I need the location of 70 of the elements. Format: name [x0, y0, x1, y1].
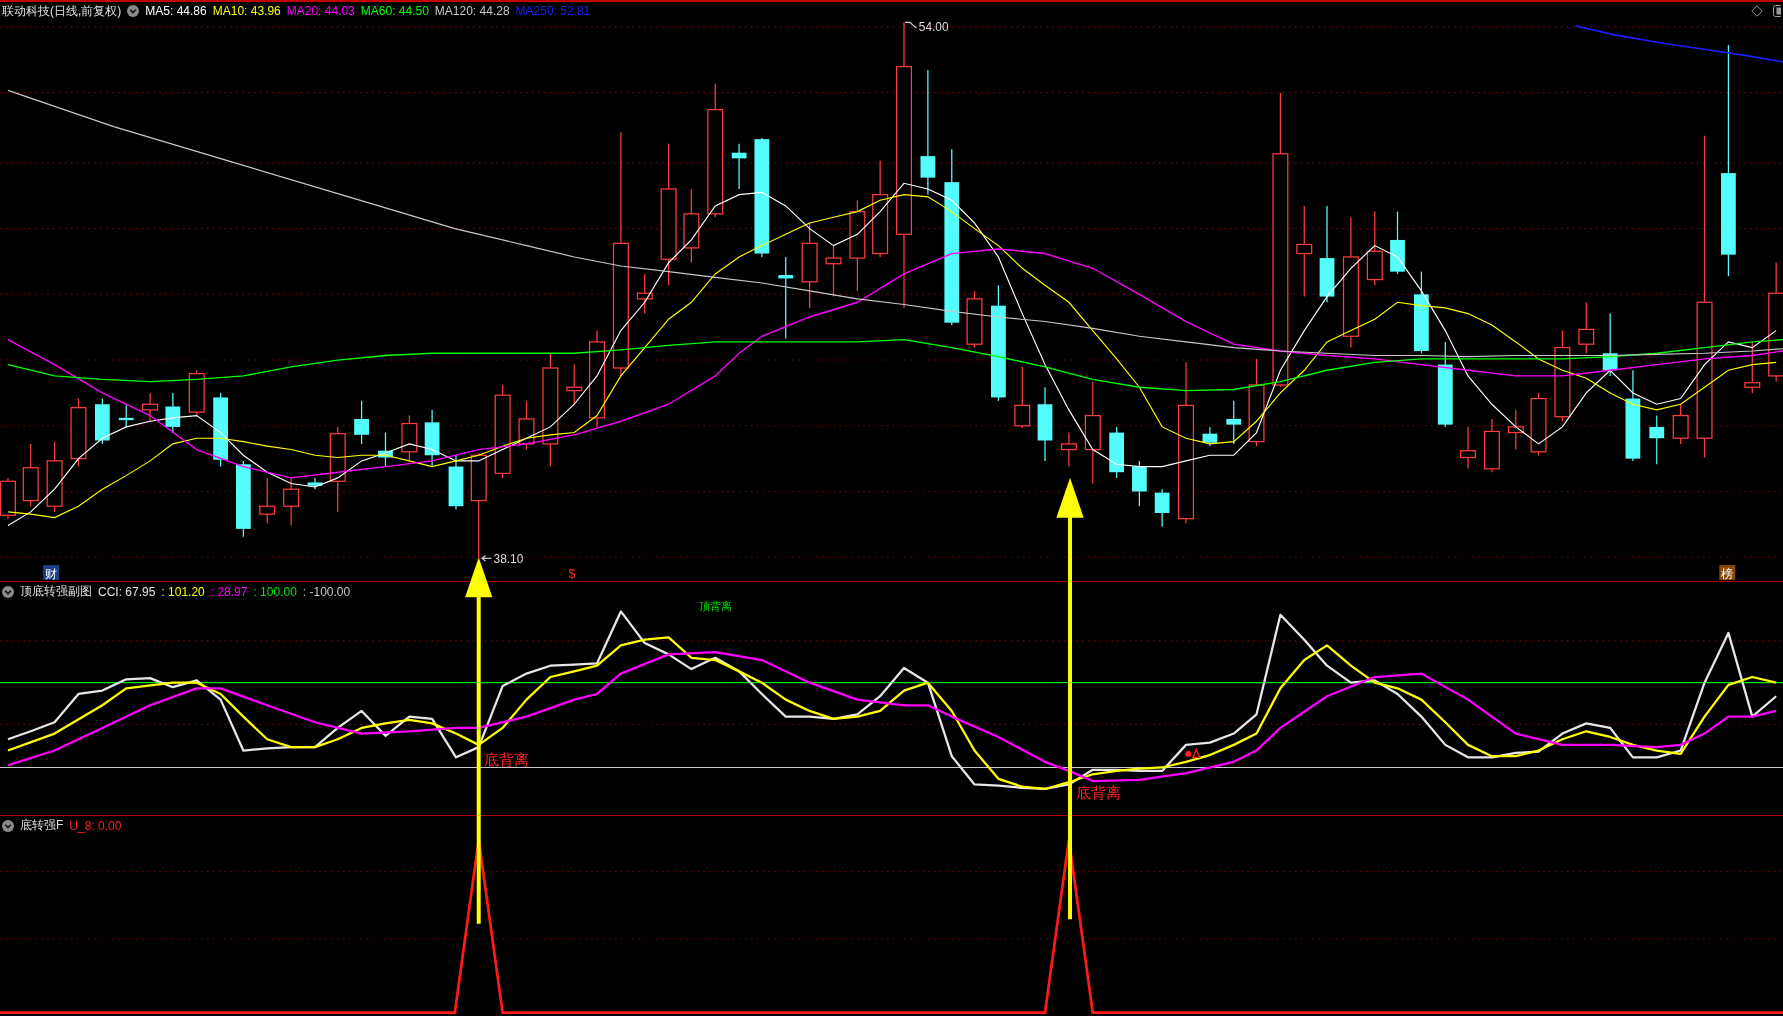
- falling-candlestick: [424, 409, 440, 468]
- rising-candlestick: [70, 397, 87, 468]
- falling-candlestick: [165, 392, 181, 434]
- rising-candlestick: [283, 477, 300, 527]
- rising-candlestick: [1507, 409, 1524, 451]
- falling-candlestick: [118, 403, 134, 428]
- rising-candlestick: [401, 414, 418, 462]
- rising-candlestick: [259, 477, 276, 524]
- legend-value: MA120: 44.28: [434, 4, 510, 18]
- rising-candlestick: [46, 441, 63, 513]
- divergence-label: 顶背离: [699, 600, 733, 613]
- leader-arrow: [481, 554, 492, 562]
- high-price-label: 54.00: [918, 20, 949, 35]
- rising-candlestick: [966, 290, 983, 349]
- rising-candlestick: [1578, 301, 1595, 354]
- legend-value: MA60: 44.50: [360, 4, 429, 18]
- chevron-circle-icon[interactable]: [127, 5, 140, 17]
- falling-candlestick: [1132, 460, 1147, 507]
- indicator-value: CCI: 67.95: [98, 584, 156, 599]
- falling-candlestick: [1202, 426, 1218, 447]
- rising-candlestick: [825, 245, 842, 298]
- indicator-value: : 28.97: [210, 584, 248, 599]
- ranking-tag[interactable]: 榜: [1719, 565, 1736, 581]
- rising-candlestick: [1014, 366, 1031, 429]
- rising-candlestick: [142, 392, 159, 422]
- rising-candlestick: [1460, 426, 1477, 470]
- legend-value: MA5: 44.86: [145, 4, 207, 18]
- legend-value: MA250: 52.81: [515, 4, 591, 18]
- falling-candlestick: [1602, 312, 1618, 377]
- rising-candlestick: [22, 443, 39, 507]
- diamond-icon[interactable]: [1751, 5, 1763, 17]
- signal-marker-icon: [1185, 747, 1201, 758]
- indicator-value: : 100.00: [253, 584, 297, 599]
- low-price-label: 38.10: [493, 551, 524, 566]
- panel-toggle-icon[interactable]: [1773, 5, 1781, 17]
- rising-candlestick: [566, 363, 583, 405]
- divergence-label: 底背离: [484, 752, 530, 769]
- rising-candlestick: [1060, 431, 1077, 468]
- falling-candlestick: [448, 454, 464, 511]
- falling-candlestick: [378, 431, 393, 468]
- falling-candlestick: [1226, 400, 1242, 445]
- indicator-value: : -100.00: [302, 584, 351, 599]
- divergence-label: 底背离: [1075, 785, 1121, 802]
- rising-candlestick: [636, 273, 653, 315]
- rising-candlestick: [518, 400, 535, 451]
- indicator-title: 底转强F: [20, 817, 64, 834]
- falling-candlestick: [1649, 414, 1665, 465]
- finance-tag[interactable]: 财: [43, 565, 60, 581]
- chart-title: 联动科技(日线,前复权): [2, 2, 122, 20]
- rising-candlestick: [1672, 403, 1689, 445]
- rising-candlestick: [1744, 341, 1761, 394]
- falling-candlestick: [94, 397, 110, 445]
- legend-value: MA20: 44.03: [286, 4, 355, 18]
- rising-candlestick: [1483, 418, 1500, 473]
- chevron-circle-icon[interactable]: [2, 819, 14, 832]
- falling-candlestick: [1390, 211, 1405, 275]
- leader-line: [904, 21, 918, 29]
- legend-value: MA10: 43.96: [212, 4, 281, 18]
- chevron-circle-icon[interactable]: [2, 585, 14, 598]
- indicator-value: U_8: 0.00: [69, 818, 122, 833]
- falling-candlestick: [731, 143, 747, 190]
- indicator-value: : 101.20: [161, 584, 205, 599]
- falling-candlestick: [354, 400, 369, 445]
- dollar-tag[interactable]: $: [568, 566, 576, 581]
- rising-candlestick: [188, 369, 205, 417]
- falling-candlestick: [1109, 426, 1125, 479]
- falling-candlestick: [1154, 488, 1170, 528]
- rising-candlestick: [1530, 392, 1547, 456]
- falling-candlestick: [307, 477, 323, 490]
- indicator-title: 顶底转强副图: [20, 583, 92, 600]
